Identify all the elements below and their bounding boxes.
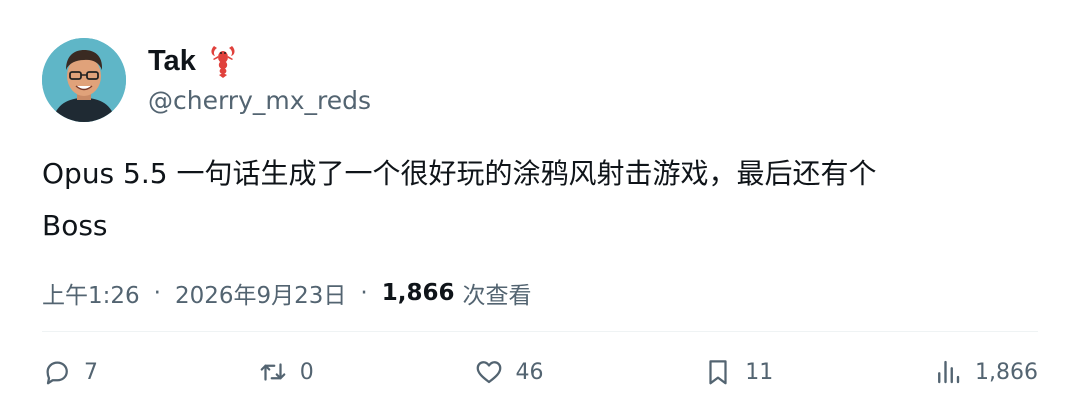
avatar-image <box>42 38 126 122</box>
bookmark-icon <box>709 360 727 385</box>
retweet-button[interactable]: 0 <box>258 357 314 387</box>
divider <box>42 331 1038 332</box>
display-name[interactable]: Tak <box>148 45 196 78</box>
bookmark-count: 11 <box>745 359 774 385</box>
avatar[interactable] <box>42 38 126 122</box>
tweet-text: Opus 5.5 一句话生成了一个很好玩的涂鸦风射击游戏，最后还有个 Boss <box>42 148 1042 252</box>
retweet-icon <box>260 363 286 381</box>
tweet-text-line: Opus 5.5 一句话生成了一个很好玩的涂鸦风射击游戏，最后还有个 <box>42 157 877 190</box>
action-bar: 7 0 46 11 1,866 <box>42 352 1038 392</box>
analytics-icon <box>938 360 960 384</box>
tweet-text-line: Boss <box>42 209 108 242</box>
reply-button[interactable]: 7 <box>42 357 98 387</box>
reply-icon <box>46 361 68 385</box>
separator-dot: · <box>153 280 161 306</box>
separator-dot: · <box>360 280 368 306</box>
tweet-date[interactable]: 2026年9月23日 <box>175 276 346 310</box>
views-label: 次查看 <box>462 283 532 309</box>
name-row: Tak <box>148 44 238 78</box>
lobster-emoji-icon <box>208 44 238 78</box>
heart-icon <box>476 361 501 384</box>
tweet-meta: 上午1:26 · 2026年9月23日 · 1,866 次查看 <box>42 276 531 310</box>
tweet-time[interactable]: 上午1:26 <box>42 276 140 310</box>
bookmark-button[interactable]: 11 <box>703 357 773 387</box>
like-count: 46 <box>515 359 544 385</box>
retweet-count: 0 <box>299 359 314 385</box>
views-count: 1,866 <box>381 280 455 306</box>
reply-count: 7 <box>84 359 98 385</box>
like-button[interactable]: 46 <box>474 357 544 387</box>
views-action-count: 1,866 <box>975 359 1038 385</box>
user-handle[interactable]: @cherry_mx_reds <box>148 86 371 115</box>
views-button[interactable]: 1,866 <box>933 357 1038 387</box>
